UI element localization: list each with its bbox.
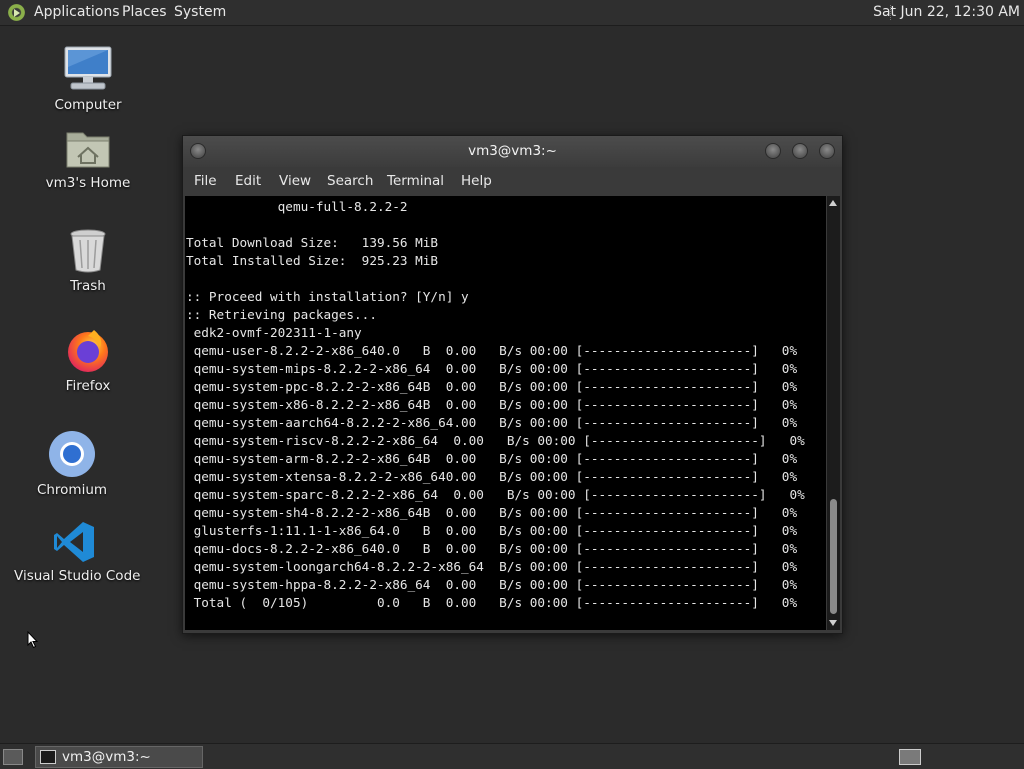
desktop-icon-label: Firefox: [65, 378, 111, 394]
menu-places[interactable]: Places: [122, 0, 167, 25]
window-title: vm3@vm3:~: [468, 143, 557, 159]
desktop-icon-label: vm3's Home: [45, 175, 131, 191]
terminal-line: qemu-system-riscv-8.2.2-2-x86_64 0.00 B/…: [186, 433, 805, 448]
terminal-icon: [40, 750, 56, 764]
terminal-line: Total ( 0/105) 0.0 B 0.00 B/s 00:00 [---…: [186, 595, 798, 610]
terminal-line: glusterfs-1:11.1-1-x86_64.0 B 0.00 B/s 0…: [186, 523, 798, 538]
show-desktop-icon[interactable]: [3, 749, 23, 765]
desktop-icon-vscode[interactable]: Visual Studio Code: [14, 520, 141, 584]
window-titlebar[interactable]: vm3@vm3:~: [183, 136, 842, 167]
close-icon[interactable]: [819, 143, 835, 159]
vscode-icon: [54, 522, 94, 562]
terminal-line: edk2-ovmf-202311-1-any: [186, 325, 362, 340]
terminal-line: qemu-system-hppa-8.2.2-2-x86_64 0.00 B/s…: [186, 577, 798, 592]
desktop-icon-home[interactable]: vm3's Home: [38, 127, 138, 191]
terminal-menubar: File Edit View Search Terminal Help: [183, 167, 842, 195]
terminal-output-area[interactable]: qemu-full-8.2.2-2 Total Download Size: 1…: [185, 196, 826, 630]
firefox-icon: [68, 330, 108, 372]
menu-file[interactable]: File: [194, 167, 217, 195]
terminal-line: Total Download Size: 139.56 MiB: [186, 235, 439, 250]
home-folder-icon: [66, 132, 110, 168]
menu-edit[interactable]: Edit: [235, 167, 261, 195]
computer-icon: [64, 46, 112, 90]
desktop-icon-trash[interactable]: Trash: [38, 228, 138, 294]
menu-system[interactable]: System: [174, 0, 226, 25]
desktop-icon-firefox[interactable]: Firefox: [38, 326, 138, 394]
terminal-line: qemu-system-arm-8.2.2-2-x86_64B 0.00 B/s…: [186, 451, 798, 466]
mouse-cursor-icon: [27, 631, 39, 649]
terminal-line: qemu-system-x86-8.2.2-2-x86_64B 0.00 B/s…: [186, 397, 798, 412]
scrollbar-thumb[interactable]: [830, 499, 837, 614]
trash-icon: [70, 229, 106, 273]
menu-terminal[interactable]: Terminal: [387, 167, 444, 195]
minimize-icon[interactable]: [765, 143, 781, 159]
desktop-icon-label: Chromium: [36, 482, 108, 498]
menu-applications[interactable]: Applications: [34, 0, 120, 25]
menu-search[interactable]: Search: [327, 167, 373, 195]
desktop-icon-label: Trash: [70, 278, 106, 294]
terminal-line: Total Installed Size: 925.23 MiB: [186, 253, 439, 268]
desktop-icon-chromium[interactable]: Chromium: [22, 430, 122, 498]
terminal-window: vm3@vm3:~ File Edit View Search Terminal…: [182, 135, 843, 634]
terminal-line: :: Retrieving packages...: [186, 307, 377, 322]
menu-view[interactable]: View: [279, 167, 311, 195]
terminal-line: qemu-system-xtensa-8.2.2-2-x86_640.00 B/…: [186, 469, 798, 484]
top-panel: Applications Places System Sat Jun 22, 1…: [0, 0, 1024, 26]
taskbar-window-label: vm3@vm3:~: [62, 749, 151, 765]
desktop-icon-label: Visual Studio Code: [14, 568, 141, 584]
terminal-line: qemu-docs-8.2.2-2-x86_640.0 B 0.00 B/s 0…: [186, 541, 798, 556]
chromium-icon: [49, 431, 95, 477]
scroll-up-icon[interactable]: [829, 200, 837, 206]
desktop-icon-label: Computer: [54, 97, 122, 113]
terminal-line: qemu-system-loongarch64-8.2.2-2-x86_64 B…: [186, 559, 798, 574]
terminal-line: qemu-user-8.2.2-2-x86_640.0 B 0.00 B/s 0…: [186, 343, 798, 358]
terminal-line: qemu-system-sh4-8.2.2-2-x86_64B 0.00 B/s…: [186, 505, 798, 520]
desktop-icon-computer[interactable]: Computer: [38, 45, 138, 113]
terminal-line: qemu-system-ppc-8.2.2-2-x86_64B 0.00 B/s…: [186, 379, 798, 394]
terminal-line: qemu-full-8.2.2-2: [186, 199, 408, 214]
terminal-line: qemu-system-sparc-8.2.2-2-x86_64 0.00 B/…: [186, 487, 805, 502]
clock[interactable]: Sat Jun 22, 12:30 AM: [873, 0, 1020, 25]
terminal-line: qemu-system-mips-8.2.2-2-x86_64 0.00 B/s…: [186, 361, 798, 376]
maximize-icon[interactable]: [792, 143, 808, 159]
menu-help[interactable]: Help: [461, 167, 492, 195]
workspace-switcher[interactable]: [899, 749, 921, 765]
distro-logo-icon[interactable]: [8, 4, 25, 21]
scroll-down-icon[interactable]: [829, 620, 837, 626]
terminal-line: qemu-system-aarch64-8.2.2-2-x86_64.00 B/…: [186, 415, 798, 430]
terminal-scrollbar[interactable]: [827, 196, 840, 630]
bottom-panel: vm3@vm3:~: [0, 743, 1024, 769]
terminal-output: qemu-full-8.2.2-2 Total Download Size: 1…: [185, 196, 826, 612]
terminal-line: :: Proceed with installation? [Y/n] y: [186, 289, 469, 304]
window-menu-icon[interactable]: [190, 143, 206, 159]
taskbar-window-button[interactable]: vm3@vm3:~: [35, 746, 203, 768]
